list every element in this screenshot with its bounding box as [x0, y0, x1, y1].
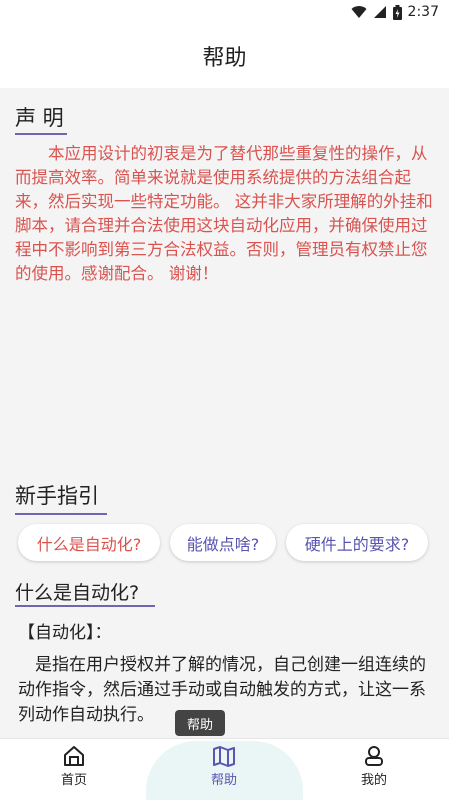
wifi-icon	[351, 6, 367, 19]
selected-question-title: 什么是自动化?	[15, 582, 140, 604]
page-title: 帮助	[202, 46, 247, 71]
nav-item-mine[interactable]: 我的	[334, 745, 414, 788]
declaration-title: 声 明	[15, 106, 64, 130]
signal-icon	[373, 6, 386, 18]
chip-what-can-it-do[interactable]: 能做点啥?	[170, 524, 276, 561]
help-content[interactable]: 声 明 本应用设计的初衷是为了替代那些重复性的操作，从而提高效率。简单来说就是使…	[0, 88, 449, 738]
battery-icon	[392, 4, 402, 20]
chip-what-is-automation[interactable]: 什么是自动化?	[18, 524, 160, 561]
declaration-text: 本应用设计的初衷是为了替代那些重复性的操作，从而提高效率。简单来说就是使用系统提…	[15, 144, 433, 283]
nav-tooltip: 帮助	[175, 710, 225, 736]
nav-item-help[interactable]: 帮助	[184, 745, 264, 788]
home-icon	[64, 746, 84, 766]
selected-question-underline	[15, 605, 155, 607]
map-icon	[213, 746, 235, 767]
status-time: 2:37	[407, 4, 439, 20]
status-bar: 2:37	[0, 0, 449, 24]
nav-item-home[interactable]: 首页	[34, 745, 114, 788]
nav-label-home: 首页	[60, 773, 87, 788]
user-icon	[365, 746, 383, 766]
guide-title-underline	[15, 513, 107, 515]
nav-label-help: 帮助	[210, 773, 237, 788]
nav-label-mine: 我的	[360, 773, 387, 788]
answer-label: 【自动化】：	[18, 623, 112, 643]
chip-hardware-requirements[interactable]: 硬件上的要求?	[286, 524, 428, 561]
declaration-title-underline	[15, 133, 67, 135]
bottom-nav: 首页 帮助 我的	[0, 738, 449, 800]
app-bar: 帮助	[0, 24, 449, 88]
guide-title: 新手指引	[15, 484, 99, 508]
guide-chip-row: 什么是自动化? 能做点啥? 硬件上的要求?	[18, 524, 428, 561]
answer-text: 是指在用户授权并了解的情况，自己创建一组连续的动作指令，然后通过手动或自动触发的…	[18, 655, 426, 725]
